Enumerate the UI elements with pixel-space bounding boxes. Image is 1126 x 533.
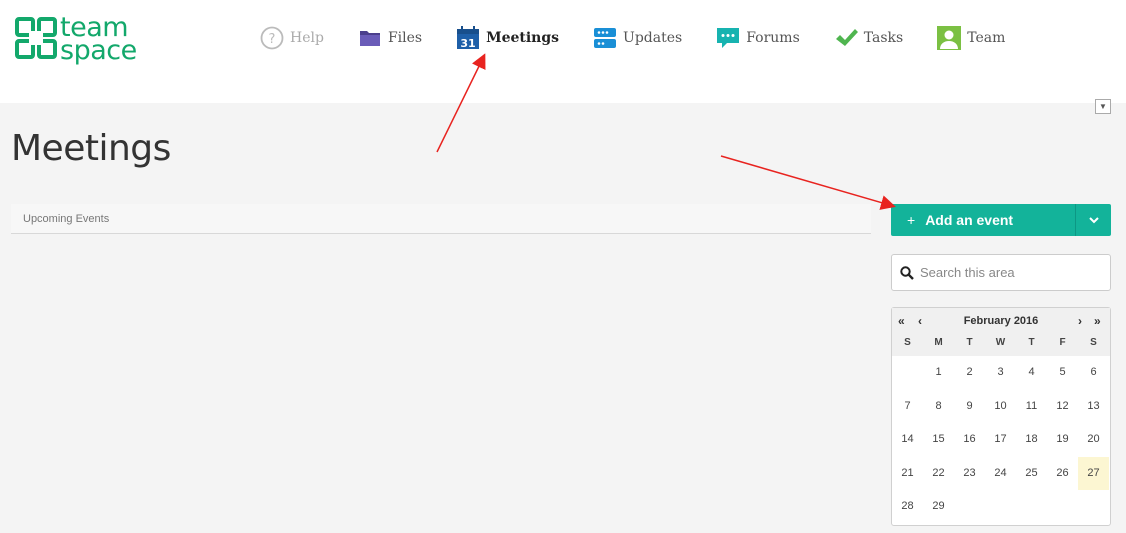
calendar-day[interactable]: 9 xyxy=(954,390,985,424)
calendar-empty-cell xyxy=(985,490,1016,524)
logo[interactable]: team space xyxy=(14,14,137,66)
calendar-day[interactable]: 22 xyxy=(923,457,954,491)
calendar-day[interactable]: 1 xyxy=(923,356,954,390)
logo-line-2: space xyxy=(60,35,137,66)
calendar-day[interactable]: 11 xyxy=(1016,390,1047,424)
upcoming-events-label: Upcoming Events xyxy=(23,213,110,225)
weekday-label: W xyxy=(995,337,1006,348)
next-year-button[interactable]: » xyxy=(1094,314,1101,328)
nav-help[interactable]: ? Help xyxy=(260,24,324,52)
collapse-toggle-button[interactable]: ▼ xyxy=(1095,99,1111,114)
calendar-day[interactable]: 23 xyxy=(954,457,985,491)
calendar-header: « ‹ February 2016 › » xyxy=(892,308,1110,334)
calendar-empty-cell xyxy=(954,490,985,524)
nav-team-label: Team xyxy=(967,30,1006,46)
nav-help-label: Help xyxy=(290,30,324,46)
search-box xyxy=(891,254,1111,291)
calendar-empty-cell xyxy=(892,356,923,390)
calendar-day[interactable]: 28 xyxy=(892,490,923,524)
calendar-day[interactable]: 24 xyxy=(985,457,1016,491)
help-icon: ? xyxy=(260,26,284,50)
nav-team[interactable]: Team xyxy=(937,24,1005,52)
updates-icon xyxy=(593,26,617,50)
nav-tasks-label: Tasks xyxy=(863,30,904,46)
chevron-down-icon: ▼ xyxy=(1099,102,1107,111)
mini-calendar: « ‹ February 2016 › » SMTWTFS 1234567891… xyxy=(891,307,1111,526)
upcoming-events-panel: Upcoming Events xyxy=(11,204,871,234)
weekday-label: F xyxy=(1059,337,1066,348)
calendar-day[interactable]: 8 xyxy=(923,390,954,424)
nav-files[interactable]: Files xyxy=(358,24,422,52)
checkmark-icon xyxy=(834,26,858,50)
add-event-dropdown-toggle[interactable] xyxy=(1075,204,1111,236)
calendar-day[interactable]: 14 xyxy=(892,423,923,457)
plus-icon: + xyxy=(907,212,916,228)
add-event-button[interactable]: + Add an event xyxy=(891,204,1075,236)
logo-icon xyxy=(14,16,58,60)
calendar-day[interactable]: 7 xyxy=(892,390,923,424)
main-nav: ? Help Files 31 Meetings Updates Forums … xyxy=(260,24,1039,52)
search-input[interactable] xyxy=(920,265,1100,280)
calendar-day[interactable]: 2 xyxy=(954,356,985,390)
nav-forums[interactable]: Forums xyxy=(716,24,800,52)
nav-meetings[interactable]: 31 Meetings xyxy=(456,24,559,52)
weekday-label: T xyxy=(1028,337,1035,348)
calendar-day[interactable]: 15 xyxy=(923,423,954,457)
calendar-icon-day: 31 xyxy=(460,37,475,50)
page-title: Meetings xyxy=(11,128,171,169)
calendar-day[interactable]: 10 xyxy=(985,390,1016,424)
calendar-day[interactable]: 25 xyxy=(1016,457,1047,491)
calendar-day[interactable]: 16 xyxy=(954,423,985,457)
calendar-day[interactable]: 26 xyxy=(1047,457,1078,491)
nav-updates[interactable]: Updates xyxy=(593,24,682,52)
calendar-empty-cell xyxy=(1047,490,1078,524)
search-icon xyxy=(900,265,914,280)
chevron-down-icon xyxy=(1088,216,1099,223)
user-icon xyxy=(937,26,962,50)
calendar-days: 1 2 3 4 5 6 7 8 9 10 11 12 13 14 15 16 17 18 19 20 21 22 23 24 2… xyxy=(892,356,1110,524)
weekday-label: S xyxy=(904,337,911,348)
add-event-label: Add an event xyxy=(925,212,1014,228)
calendar-day[interactable]: 29 xyxy=(923,490,954,524)
calendar-day[interactable]: 20 xyxy=(1078,423,1109,457)
calendar-day[interactable]: 4 xyxy=(1016,356,1047,390)
calendar-day[interactable]: 27 xyxy=(1078,456,1109,490)
annotation-arrow-add-event xyxy=(720,155,896,210)
calendar-day[interactable]: 12 xyxy=(1047,390,1078,424)
add-event-button-group: + Add an event xyxy=(891,204,1111,236)
nav-meetings-label: Meetings xyxy=(486,30,560,46)
calendar-day[interactable]: 5 xyxy=(1047,356,1078,390)
calendar-day[interactable]: 21 xyxy=(892,457,923,491)
weekday-label: M xyxy=(934,337,943,348)
calendar-day[interactable]: 13 xyxy=(1078,390,1109,424)
calendar-day[interactable]: 3 xyxy=(985,356,1016,390)
folder-icon xyxy=(358,26,382,50)
calendar-day[interactable]: 6 xyxy=(1078,356,1109,390)
calendar-day[interactable]: 19 xyxy=(1047,423,1078,457)
nav-forums-label: Forums xyxy=(746,30,800,46)
weekday-label: S xyxy=(1090,337,1097,348)
calendar-day[interactable]: 18 xyxy=(1016,423,1047,457)
nav-tasks[interactable]: Tasks xyxy=(834,24,903,52)
next-month-button[interactable]: › xyxy=(1078,314,1082,328)
weekday-label: T xyxy=(966,337,973,348)
svg-text:?: ? xyxy=(269,32,276,47)
top-bar: team space ? Help Files 31 Meetings Upda… xyxy=(0,0,1126,103)
nav-files-label: Files xyxy=(387,30,423,46)
chat-bubble-icon xyxy=(716,26,740,50)
logo-text: team space xyxy=(60,14,137,66)
calendar-icon: 31 xyxy=(456,26,480,50)
calendar-day[interactable]: 17 xyxy=(985,423,1016,457)
calendar-weekdays: SMTWTFS xyxy=(892,334,1110,356)
nav-updates-label: Updates xyxy=(623,30,683,46)
calendar-empty-cell xyxy=(1078,490,1109,524)
calendar-empty-cell xyxy=(1016,490,1047,524)
